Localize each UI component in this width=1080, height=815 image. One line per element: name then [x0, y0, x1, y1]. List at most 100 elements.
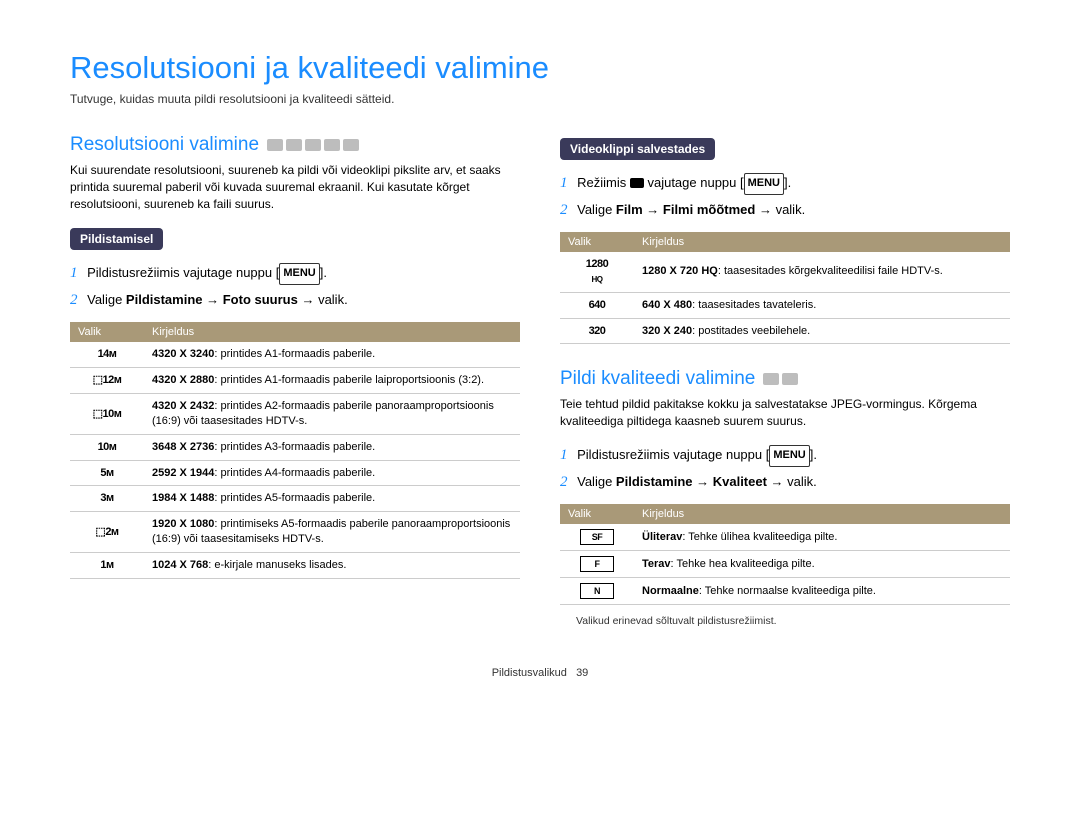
vstep2-mid1: → — [643, 202, 663, 217]
option-bold-text: 4320 X 2880 — [152, 374, 214, 386]
option-description-cell: 4320 X 3240: printides A1-formaadis pabe… — [144, 342, 520, 367]
page-root: Resolutsiooni ja kvaliteedi valimine Tut… — [0, 0, 1080, 699]
video-step-2: 2 Valige Film → Filmi mõõtmed → valik. — [560, 197, 1010, 224]
option-icon-cell: ⬚2ᴍ — [70, 512, 144, 553]
option-icon-cell: ⬚12ᴍ — [70, 368, 144, 394]
option-icon-cell: SF — [560, 524, 634, 551]
table-row: 3ᴍ1984 X 1488: printides A5-formaadis pa… — [70, 486, 520, 512]
resolution-icon: 320 — [584, 324, 610, 339]
resolution-icon: ⬚10ᴍ — [93, 407, 122, 422]
step-number-1: 1 — [560, 447, 568, 463]
option-bold-text: 1984 X 1488 — [152, 492, 214, 504]
mode-scene-icon — [782, 373, 798, 385]
option-icon-cell: 320 — [560, 318, 634, 344]
th-option: Valik — [560, 232, 634, 252]
th-description: Kirjeldus — [144, 322, 520, 342]
vstep1-mid: vajutage nuppu [ — [644, 175, 744, 190]
option-description-cell: Üliterav: Tehke ülihea kvaliteediga pilt… — [634, 524, 1010, 551]
mode-program-icon — [286, 139, 302, 151]
resolution-icon: ⬚2ᴍ — [94, 525, 120, 540]
step2-mid: → — [203, 292, 223, 307]
video-step-1: 1 Režiimis vajutage nuppu [MENU]. — [560, 170, 1010, 197]
table-row: 14ᴍ 4320 X 3240: printides A1-formaadis p… — [70, 342, 520, 367]
vstep1-pre: Režiimis — [577, 175, 630, 190]
shooting-step-1: 1 Pildistusrežiimis vajutage nuppu [MENU… — [70, 260, 520, 287]
option-bold-text: 640 X 480 — [642, 299, 692, 311]
menu-button-icon: MENU — [279, 263, 319, 285]
option-icon-cell: F — [560, 551, 634, 578]
resolution-icon: 640 — [584, 298, 610, 313]
option-bold-text: 320 X 240 — [642, 325, 692, 337]
table-row: NNormaalne: Tehke normaalse kvaliteediga… — [560, 578, 1010, 605]
step-number-1: 1 — [70, 265, 78, 281]
vstep2-post: → valik. — [755, 202, 805, 217]
option-bold-text: Normaalne — [642, 585, 699, 597]
table-row: 640640 X 480: taasesitades tavateleris. — [560, 292, 1010, 318]
option-icon-cell: 640 — [560, 292, 634, 318]
section-quality-title-text: Pildi kvaliteedi valimine — [560, 368, 755, 390]
page-subtitle: Tutvuge, kuidas muuta pildi resolutsioon… — [70, 92, 1010, 106]
vstep2-b2: Filmi mõõtmed — [663, 202, 755, 217]
qstep2-post: → valik. — [767, 474, 817, 489]
option-description-cell: Terav: Tehke hea kvaliteediga pilte. — [634, 551, 1010, 578]
option-description-cell: 320 X 240: postitades veebilehele. — [634, 318, 1010, 344]
step2-bold1: Pildistamine — [126, 292, 203, 307]
quality-step-1: 1 Pildistusrežiimis vajutage nuppu [MENU… — [560, 442, 1010, 469]
quality-intro-text: Teie tehtud pildid pakitakse kokku ja sa… — [560, 396, 1010, 430]
quality-icon: F — [580, 556, 614, 572]
resolution-icon: 1280HQ — [584, 257, 610, 287]
option-tail-text: : printides A5-formaadis paberile. — [214, 492, 375, 504]
qstep2-mid: → — [693, 474, 713, 489]
option-bold-text: 2592 X 1944 — [152, 467, 214, 479]
option-tail-text: : printides A4-formaadis paberile. — [214, 467, 375, 479]
subheading-shooting: Pildistamisel — [70, 228, 163, 250]
shooting-step-2: 2 Valige Pildistamine → Foto suurus → va… — [70, 287, 520, 314]
menu-button-icon: MENU — [744, 173, 784, 195]
th-option: Valik — [70, 322, 144, 342]
option-tail-text: : printides A1-formaadis paberile laipro… — [214, 374, 484, 386]
option-bold-text: 3648 X 2736 — [152, 441, 214, 453]
option-bold-text: Terav — [642, 558, 671, 570]
vstep2-pre: Valige — [577, 202, 616, 217]
option-description-cell: 4320 X 2880: printides A1-formaadis pabe… — [144, 368, 520, 394]
table-row: F Terav: Tehke hea kvaliteediga pilte. — [560, 551, 1010, 578]
option-icon-cell: 10ᴍ — [70, 434, 144, 460]
table-row: 1ᴍ1024 X 768: e-kirjale manuseks lisades… — [70, 552, 520, 578]
option-bold-text: 1920 X 1080 — [152, 518, 214, 530]
qstep2-b2: Kvaliteet — [713, 474, 767, 489]
option-description-cell: 1024 X 768: e-kirjale manuseks lisades. — [144, 552, 520, 578]
table-header-row: Valik Kirjeldus — [560, 504, 1010, 524]
th-description: Kirjeldus — [634, 504, 1010, 524]
option-tail-text: : Tehke hea kvaliteediga pilte. — [671, 558, 815, 570]
table-header-row: Valik Kirjeldus — [70, 322, 520, 342]
option-icon-cell: ⬚10ᴍ — [70, 394, 144, 435]
option-bold-text: 1280 X 720 HQ — [642, 265, 718, 277]
step2-bold2: Foto suurus — [223, 292, 298, 307]
option-bold-text: Üliterav — [642, 531, 682, 543]
option-description-cell: 2592 X 1944: printides A4-formaadis pabe… — [144, 460, 520, 486]
left-column: Resolutsiooni valimine Kui suurendate re… — [70, 134, 520, 627]
table-row: SFÜliterav: Tehke ülihea kvaliteediga pi… — [560, 524, 1010, 551]
table-row: 1280HQ 1280 X 720 HQ: taasesitades kõrgek… — [560, 252, 1010, 292]
option-description-cell: 1920 X 1080: printimiseks A5-formaadis p… — [144, 512, 520, 553]
table-header-row: Valik Kirjeldus — [560, 232, 1010, 252]
photo-size-table: Valik Kirjeldus 14ᴍ 4320 X 3240: printide… — [70, 322, 520, 578]
option-bold-text: 1024 X 768 — [152, 559, 208, 571]
resolution-icon: ⬚12ᴍ — [93, 373, 122, 388]
th-option: Valik — [560, 504, 634, 524]
qstep1-pre: Pildistusrežiimis vajutage nuppu [ — [577, 447, 769, 462]
qstep2-pre: Valige — [577, 474, 616, 489]
option-tail-text: : postitades veebilehele. — [692, 325, 810, 337]
quality-step-2: 2 Valige Pildistamine → Kvaliteet → vali… — [560, 469, 1010, 496]
mode-smartvideo-icon — [343, 139, 359, 151]
step2-post: → valik. — [298, 292, 348, 307]
option-tail-text: : e-kirjale manuseks lisades. — [208, 559, 346, 571]
step-number-2: 2 — [560, 474, 568, 490]
resolution-icon: 10ᴍ — [94, 440, 120, 455]
vstep1-post: ]. — [784, 175, 791, 190]
option-description-cell: 3648 X 2736: printides A3-formaadis pabe… — [144, 434, 520, 460]
footer-section-label: Pildistusvalikud — [492, 667, 567, 679]
option-tail-text: : taasesitades kõrgekvaliteedilisi faile… — [718, 265, 943, 277]
step-number-2: 2 — [70, 292, 78, 308]
resolution-icon: 14ᴍ — [94, 347, 120, 362]
